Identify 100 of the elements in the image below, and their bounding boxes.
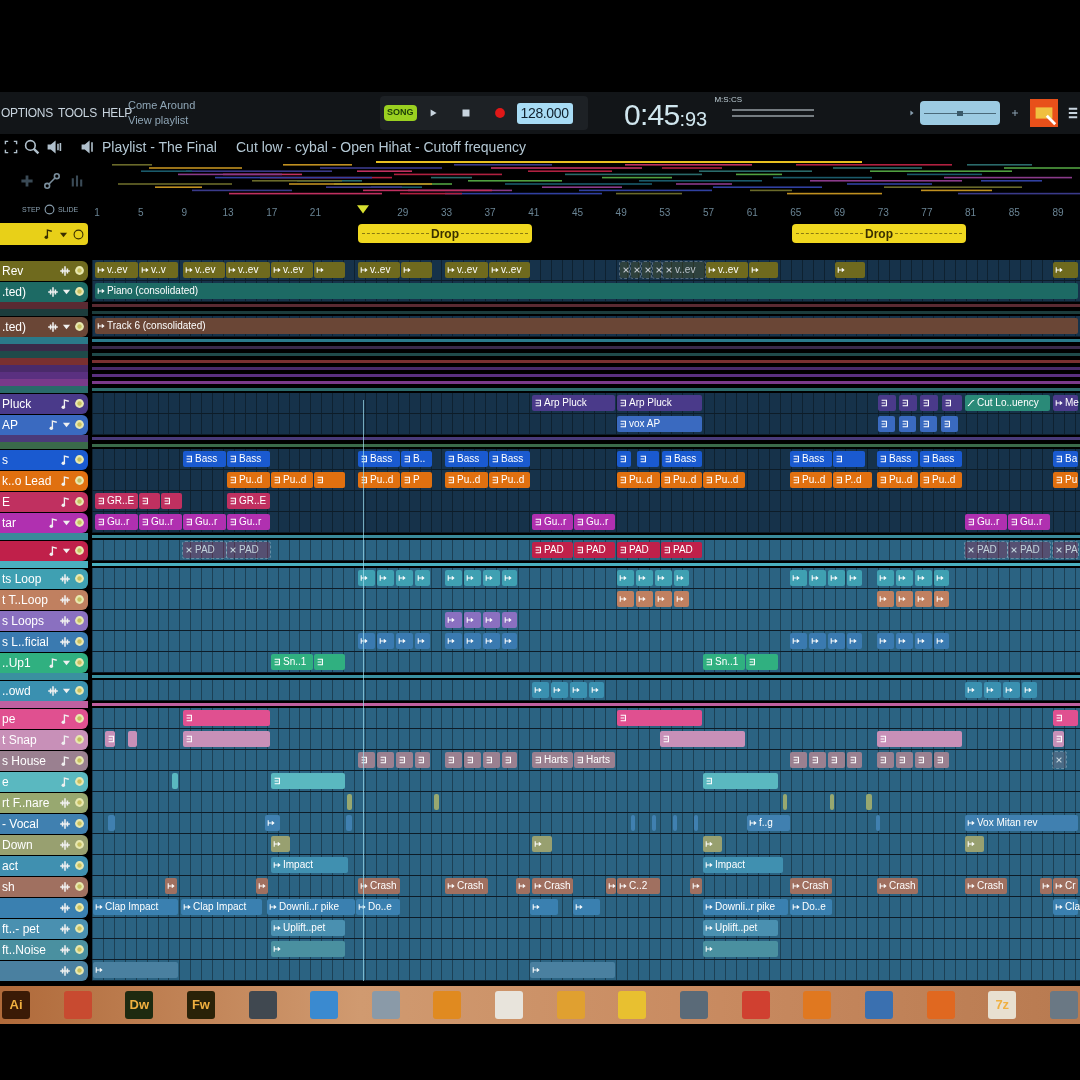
playlist-clip[interactable]: Bass [227, 451, 270, 467]
playlist-clip[interactable]: Crash [790, 878, 832, 894]
playlist-clip[interactable]: Crash [445, 878, 488, 894]
playlist-clip[interactable]: Harts [532, 752, 573, 768]
playlist-clip[interactable]: Crash [532, 878, 573, 894]
track-header[interactable]: ft..- pet [0, 918, 88, 939]
playlist-clip[interactable]: PAD [574, 542, 615, 558]
playlist-clip[interactable]: Arp Pluck [617, 395, 702, 411]
playlist-clip[interactable]: Downli..r pike [267, 899, 355, 915]
playlist-clip[interactable]: Gu..r [532, 514, 573, 530]
playlist-clip[interactable]: v..ev [226, 262, 270, 278]
menu-item[interactable]: TOOLS [57, 104, 97, 122]
playlist-clip[interactable]: Crash [965, 878, 1007, 894]
playlist-clip[interactable]: PAD [617, 542, 660, 558]
playlist-clip[interactable]: PAD [227, 542, 270, 558]
playlist-clip[interactable]: C..2 [617, 878, 660, 894]
song-mode-button[interactable]: SONG [384, 105, 417, 121]
playlist-clip[interactable]: Cr [1053, 878, 1078, 894]
playlist-clip[interactable]: Piano (consolidated) [95, 283, 1078, 299]
playlist-clip[interactable]: Crash [877, 878, 918, 894]
track-header[interactable]: ts Loop [0, 568, 88, 589]
playlist-clip[interactable]: Ba [1053, 451, 1078, 467]
track-header[interactable]: s L..ficial [0, 631, 88, 652]
playlist-clip[interactable]: v..ev [445, 262, 488, 278]
playlist-clip[interactable]: Bass [662, 451, 702, 467]
playlist-clip[interactable]: Impact [703, 857, 783, 873]
app-icon[interactable]: Ai [2, 991, 30, 1019]
time-marker[interactable]: Drop [358, 224, 532, 243]
track-header[interactable]: Pluck [0, 393, 88, 414]
playlist-clip[interactable]: v..ev [663, 262, 705, 278]
playlist-clip[interactable]: Gu..r [95, 514, 138, 530]
track-header[interactable]: .ted) [0, 281, 88, 302]
track-header[interactable]: Rev [0, 260, 88, 281]
playlist-clip[interactable]: PAD [965, 542, 1007, 558]
menu-item[interactable]: OPTIONS [1, 104, 53, 122]
tempo-display[interactable]: 128.000 [516, 102, 573, 124]
track-header[interactable]: t Snap [0, 729, 88, 750]
playlist-clip[interactable]: PAD [183, 542, 226, 558]
playlist-clip[interactable]: PAD [661, 542, 702, 558]
playlist-clip[interactable]: v..ev [95, 262, 138, 278]
track-header[interactable]: k..o Lead [0, 470, 88, 491]
playlist-clip[interactable]: PA [1053, 542, 1078, 558]
playlist-clip[interactable]: Sn..1 [703, 654, 745, 670]
playlist-clip[interactable]: Clap Impact [93, 899, 178, 915]
playlist-clip[interactable]: Harts [574, 752, 615, 768]
playlist-clip[interactable]: PAD [532, 542, 573, 558]
playlist-clip[interactable]: Gu..r [139, 514, 182, 530]
playlist-clip[interactable]: GR..E [95, 493, 138, 509]
playlist-clip[interactable]: Pu..d [703, 472, 745, 488]
track-header[interactable]: rt F..nare [0, 792, 88, 813]
playlist-clip[interactable]: Pu..d [877, 472, 918, 488]
playlist-clip[interactable]: Cla [1053, 899, 1078, 915]
playlist-clip[interactable]: Cut Lo..uency [965, 395, 1050, 411]
playlist-clip[interactable]: Bass [790, 451, 832, 467]
track-header[interactable]: AP [0, 414, 88, 435]
track-header[interactable]: ..owd [0, 680, 88, 701]
playlist-clip[interactable]: P [401, 472, 432, 488]
playlist-clip[interactable]: Bass [877, 451, 918, 467]
playlist-clip[interactable]: Pu..d [920, 472, 962, 488]
playlist-clip[interactable]: GR..E [227, 493, 270, 509]
playlist-clip[interactable]: v..ev [183, 262, 225, 278]
playlist-clip[interactable]: Pu..d [489, 472, 530, 488]
playlist-clip[interactable]: Gu..r [183, 514, 226, 530]
playlist-clip[interactable]: v..ev [271, 262, 313, 278]
track-header[interactable]: t T..Loop [0, 589, 88, 610]
playlist-clip[interactable]: v..ev [706, 262, 748, 278]
playlist-clip[interactable]: Do..e [356, 899, 400, 915]
playlist-clip[interactable]: Do..e [790, 899, 832, 915]
playlist-clip[interactable]: f..g [747, 815, 790, 831]
playlist-clip[interactable]: Pu..d [358, 472, 400, 488]
track-header[interactable]: ..Up1 [0, 652, 88, 673]
track-header[interactable]: s [0, 449, 88, 470]
playlist-clip[interactable]: P..d [833, 472, 872, 488]
playlist-clip[interactable]: v..v [139, 262, 178, 278]
playlist-clip[interactable]: Gu..r [227, 514, 270, 530]
playlist-clip[interactable]: Crash [358, 878, 400, 894]
playlist-clip[interactable]: Uplift..pet [703, 920, 778, 936]
playlist-clip[interactable]: Pu..d [271, 472, 313, 488]
playlist-clip[interactable]: Pu..d [617, 472, 660, 488]
playlist-clip[interactable]: Pu..d [790, 472, 832, 488]
playlist-clip[interactable]: Clap Impact [181, 899, 262, 915]
app-icon[interactable]: Fw [186, 991, 215, 1019]
playlist-clip[interactable]: Downli..r pike [703, 899, 788, 915]
playlist-clip[interactable]: Bass [358, 451, 400, 467]
playlist-clip[interactable]: Me [1053, 395, 1078, 411]
track-header[interactable]: sh [0, 876, 88, 897]
track-header[interactable]: act [0, 855, 88, 876]
playlist-clip[interactable]: B.. [401, 451, 432, 467]
playlist-clip[interactable]: vox AP [617, 416, 702, 432]
playlist-clip[interactable]: Uplift..pet [271, 920, 345, 936]
track-header[interactable]: s House [0, 750, 88, 771]
time-marker[interactable]: Drop [792, 224, 966, 243]
playlist-clip[interactable]: Bass [445, 451, 488, 467]
playlist-clip[interactable]: Pu..d [445, 472, 488, 488]
track-header[interactable]: ft..Noise [0, 939, 88, 960]
playlist-clip[interactable]: Track 6 (consolidated) [95, 318, 1078, 334]
playlist-clip[interactable]: Pu..d [227, 472, 270, 488]
playlist-clip[interactable]: Gu..r [965, 514, 1007, 530]
playlist-clip[interactable]: Bass [183, 451, 226, 467]
track-header[interactable]: tar [0, 512, 88, 533]
